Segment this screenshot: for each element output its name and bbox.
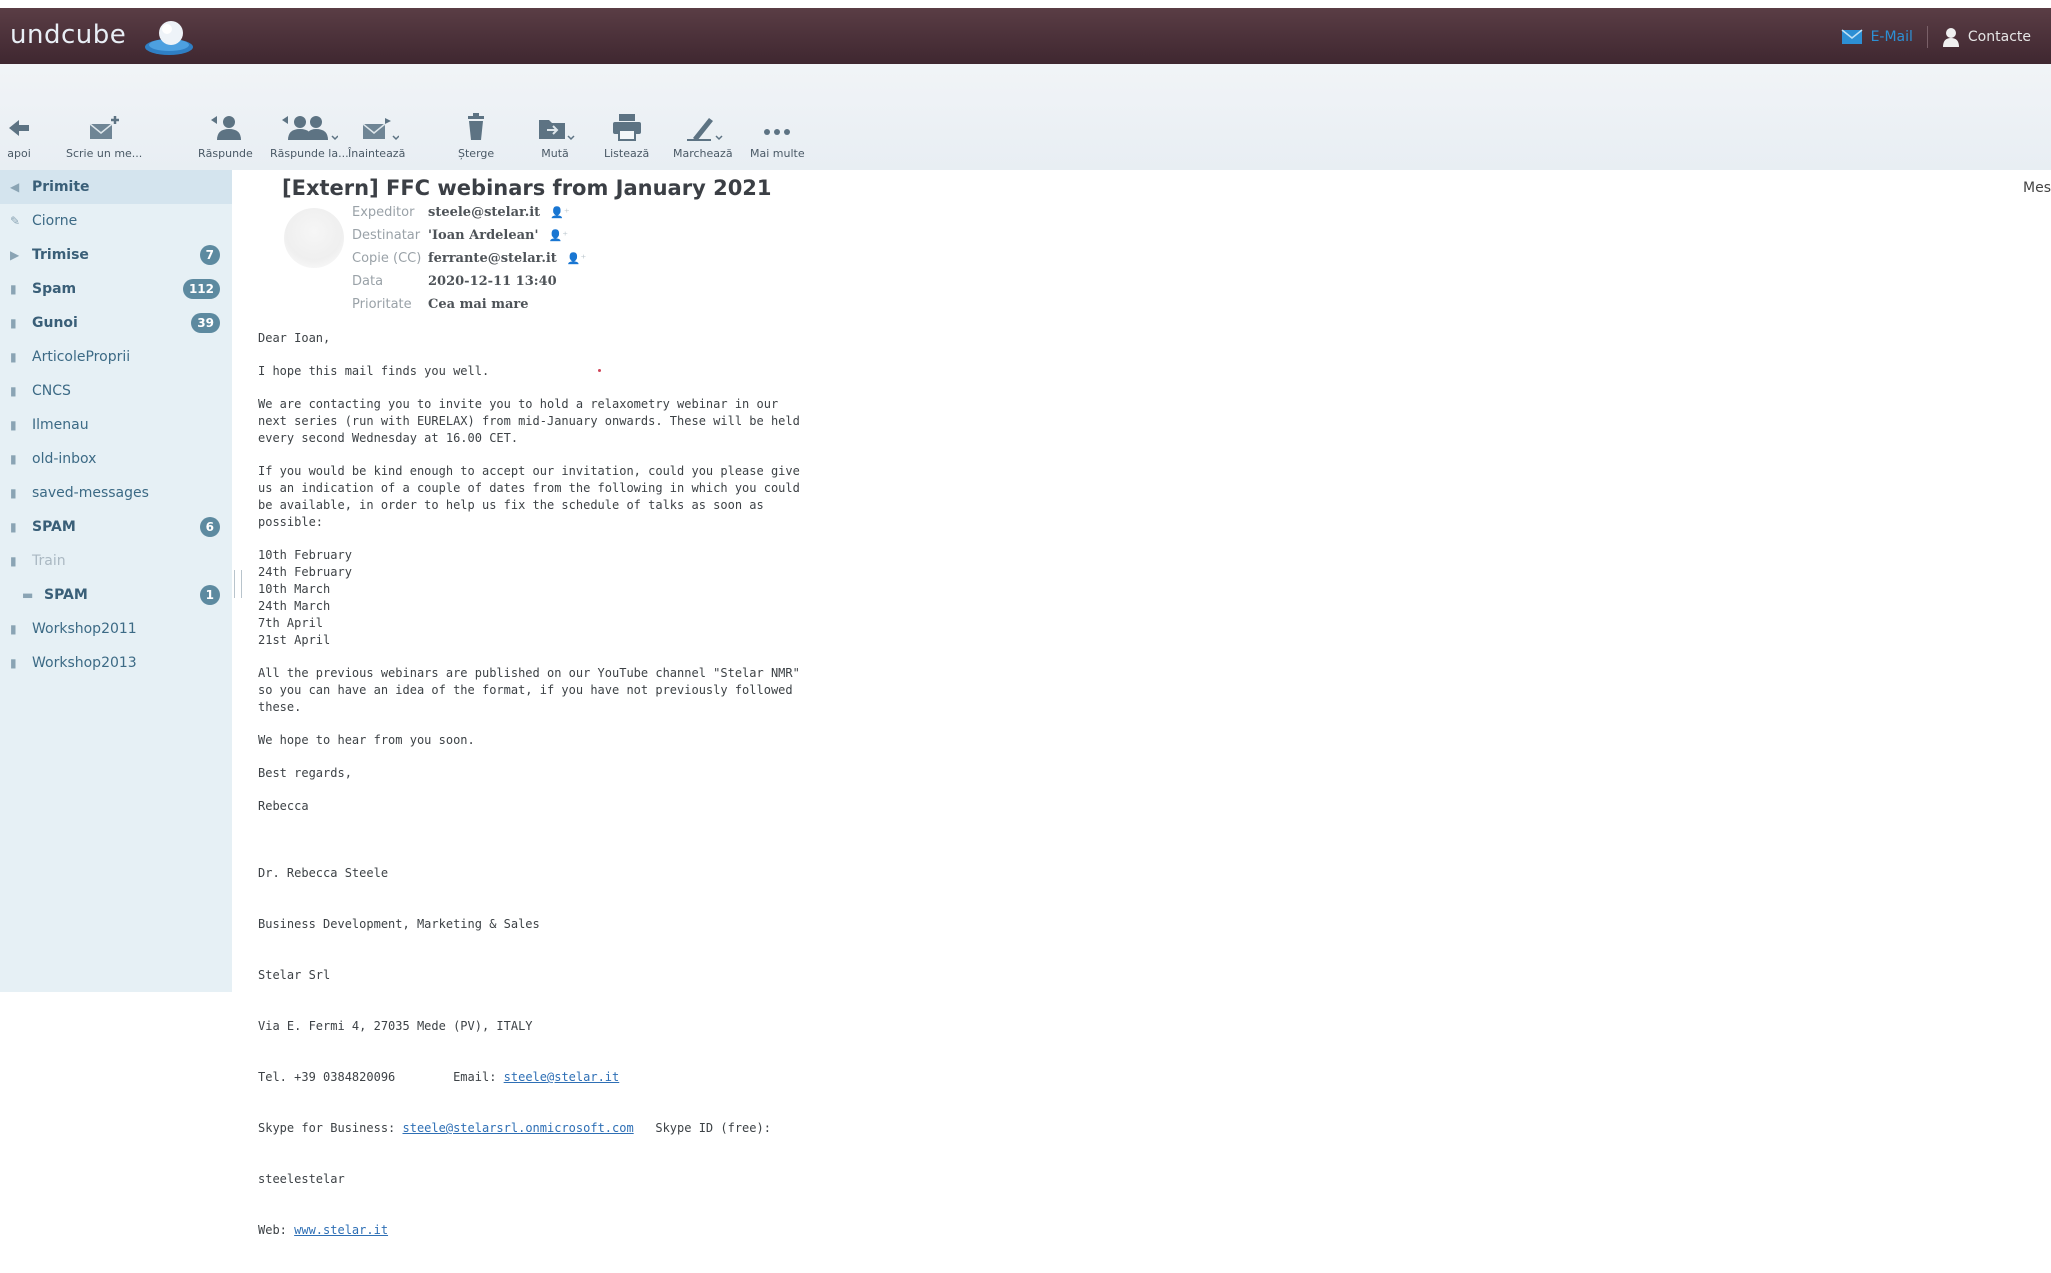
folder-item-cncs[interactable]: ▮ CNCS	[0, 374, 232, 408]
unread-count-badge: 1	[199, 585, 220, 605]
mail-icon	[1841, 29, 1863, 44]
body-paragraph: We hope to hear from you soon.	[258, 733, 475, 747]
folder-move-icon	[539, 120, 575, 141]
inbox-icon: ◀	[10, 180, 20, 194]
body-signoff: Rebecca	[258, 799, 309, 813]
add-contact-icon[interactable]: 👤⁺	[549, 229, 569, 242]
body-closing: Best regards,	[258, 766, 352, 780]
pencil-icon	[686, 118, 723, 141]
folder-tree-icon: ▮	[10, 554, 17, 568]
header-divider	[1926, 26, 1928, 48]
unread-count-badge: 39	[191, 313, 220, 333]
cube-logo-icon	[145, 21, 193, 55]
header-row-cc: Copie (CC) ferrante@stelar.it 👤⁺	[352, 251, 587, 266]
header-row-priority: Prioritate Cea mai mare	[352, 297, 529, 312]
folder-icon: ▮	[10, 418, 17, 432]
message-subject: [Extern] FFC webinars from January 2021	[282, 176, 772, 200]
more-button[interactable]: Mai multe	[750, 112, 805, 160]
contacts-nav-label: Contacte	[1967, 29, 2031, 45]
app-logo-text: undcube	[10, 20, 127, 50]
folder-item-primite[interactable]: ◀ Primite	[0, 170, 232, 204]
header-row-from: Expeditor steele@stelar.it 👤⁺	[352, 205, 570, 220]
compose-button[interactable]: Scrie un me...	[66, 112, 142, 160]
folder-item-spam[interactable]: ▮ Spam 112	[0, 272, 232, 306]
folder-item-workshop2013[interactable]: ▮ Workshop2013	[0, 646, 232, 680]
add-contact-icon[interactable]: 👤⁺	[550, 206, 570, 219]
website-link[interactable]: www.stelar.it	[294, 1223, 388, 1237]
email-nav-link[interactable]: E-Mail	[1841, 29, 1913, 45]
reply-all-icon	[282, 116, 339, 141]
person-icon	[1942, 28, 1959, 47]
folder-item-articoleproprii[interactable]: ▮ ArticoleProprii	[0, 340, 232, 374]
folder-icon: ▮	[10, 486, 17, 500]
folder-item-spam-upper[interactable]: ▮ SPAM 6	[0, 510, 232, 544]
message-side-label: Mes	[2023, 180, 2051, 196]
folder-sidebar: ◀ Primite ✎ Ciorne ▶ Trimise 7 ▮ Spam 11…	[0, 170, 232, 992]
drafts-icon: ✎	[10, 214, 21, 228]
mark-button[interactable]: Marchează	[673, 112, 733, 160]
trash-folder-icon: ▮	[10, 316, 17, 330]
body-paragraph: If you would be kind enough to accept ou…	[258, 464, 800, 529]
move-button[interactable]: Mută	[535, 112, 575, 160]
folder-item-spam-nested[interactable]: ▬ SPAM 1	[0, 578, 232, 612]
top-header-bar: undcube E-Mail Contacte	[0, 8, 2051, 64]
delete-button[interactable]: Șterge	[458, 112, 494, 160]
folder-icon: ▮	[10, 520, 17, 534]
reply-icon	[211, 116, 242, 140]
skype-link[interactable]: steele@stelarsrl.onmicrosoft.com	[403, 1121, 634, 1135]
email-nav-label: E-Mail	[1870, 29, 1913, 45]
sender-avatar	[284, 208, 344, 268]
folder-item-ciorne[interactable]: ✎ Ciorne	[0, 204, 232, 238]
folder-icon: ▬	[22, 588, 34, 602]
folder-icon: ▮	[10, 384, 17, 398]
folder-icon: ▮	[10, 350, 17, 364]
signature-tel-line: Tel. +39 0384820096 Email: steele@stelar…	[258, 1070, 620, 1084]
add-contact-icon[interactable]: 👤⁺	[567, 252, 587, 265]
body-paragraph: We are contacting you to invite you to h…	[258, 397, 800, 445]
reply-button[interactable]: Răspunde	[198, 112, 253, 160]
header-row-to: Destinatar 'Ioan Ardelean' 👤⁺	[352, 228, 569, 243]
folder-icon: ▮	[10, 656, 17, 670]
forward-button[interactable]: Înaintează	[348, 112, 405, 160]
sent-icon: ▶	[10, 248, 20, 262]
folder-icon: ▮	[10, 622, 17, 636]
folder-item-ilmenau[interactable]: ▮ Ilmenau	[0, 408, 232, 442]
folder-item-train[interactable]: ▮ Train	[0, 544, 232, 578]
more-dots-icon	[764, 129, 791, 135]
folder-item-old-inbox[interactable]: ▮ old-inbox	[0, 442, 232, 476]
message-body: Dear Ioan, I hope this mail finds you we…	[258, 330, 898, 1273]
unread-count-badge: 6	[199, 517, 220, 537]
body-paragraph: I hope this mail finds you well.	[258, 364, 490, 378]
folder-icon: ▮	[10, 452, 17, 466]
back-button[interactable]: apoi	[6, 112, 32, 160]
signature-skype-line: Skype for Business: steele@stelarsrl.onm…	[258, 1121, 771, 1135]
trash-icon	[468, 113, 485, 140]
signature-web-line: Web: www.stelar.it	[258, 1223, 389, 1237]
email-link[interactable]: steele@stelar.it	[504, 1070, 620, 1084]
folder-item-trimise[interactable]: ▶ Trimise 7	[0, 238, 232, 272]
printer-icon	[612, 114, 641, 141]
unread-count-badge: 7	[199, 245, 220, 265]
compose-mail-icon	[89, 116, 120, 139]
header-row-date: Data 2020-12-11 13:40	[352, 274, 557, 289]
unread-count-badge: 112	[182, 279, 220, 299]
spam-icon: ▮	[10, 282, 17, 296]
folder-item-saved-messages[interactable]: ▮ saved-messages	[0, 476, 232, 510]
sidebar-resize-handle[interactable]	[234, 570, 242, 598]
reply-all-button[interactable]: Răspunde la...	[270, 112, 349, 160]
folder-item-workshop2011[interactable]: ▮ Workshop2011	[0, 612, 232, 646]
print-button[interactable]: Listează	[604, 112, 649, 160]
arrow-left-icon	[9, 120, 29, 136]
body-dates-list: 10th February 24th February 10th March 2…	[258, 548, 352, 647]
contacts-nav-link[interactable]: Contacte	[1942, 27, 2031, 47]
signature: Dr. Rebecca Steele Business Development,…	[258, 831, 898, 1273]
body-greeting: Dear Ioan,	[258, 331, 331, 345]
folder-item-gunoi[interactable]: ▮ Gunoi 39	[0, 306, 232, 340]
forward-icon	[362, 118, 399, 141]
body-paragraph: All the previous webinars are published …	[258, 666, 800, 714]
